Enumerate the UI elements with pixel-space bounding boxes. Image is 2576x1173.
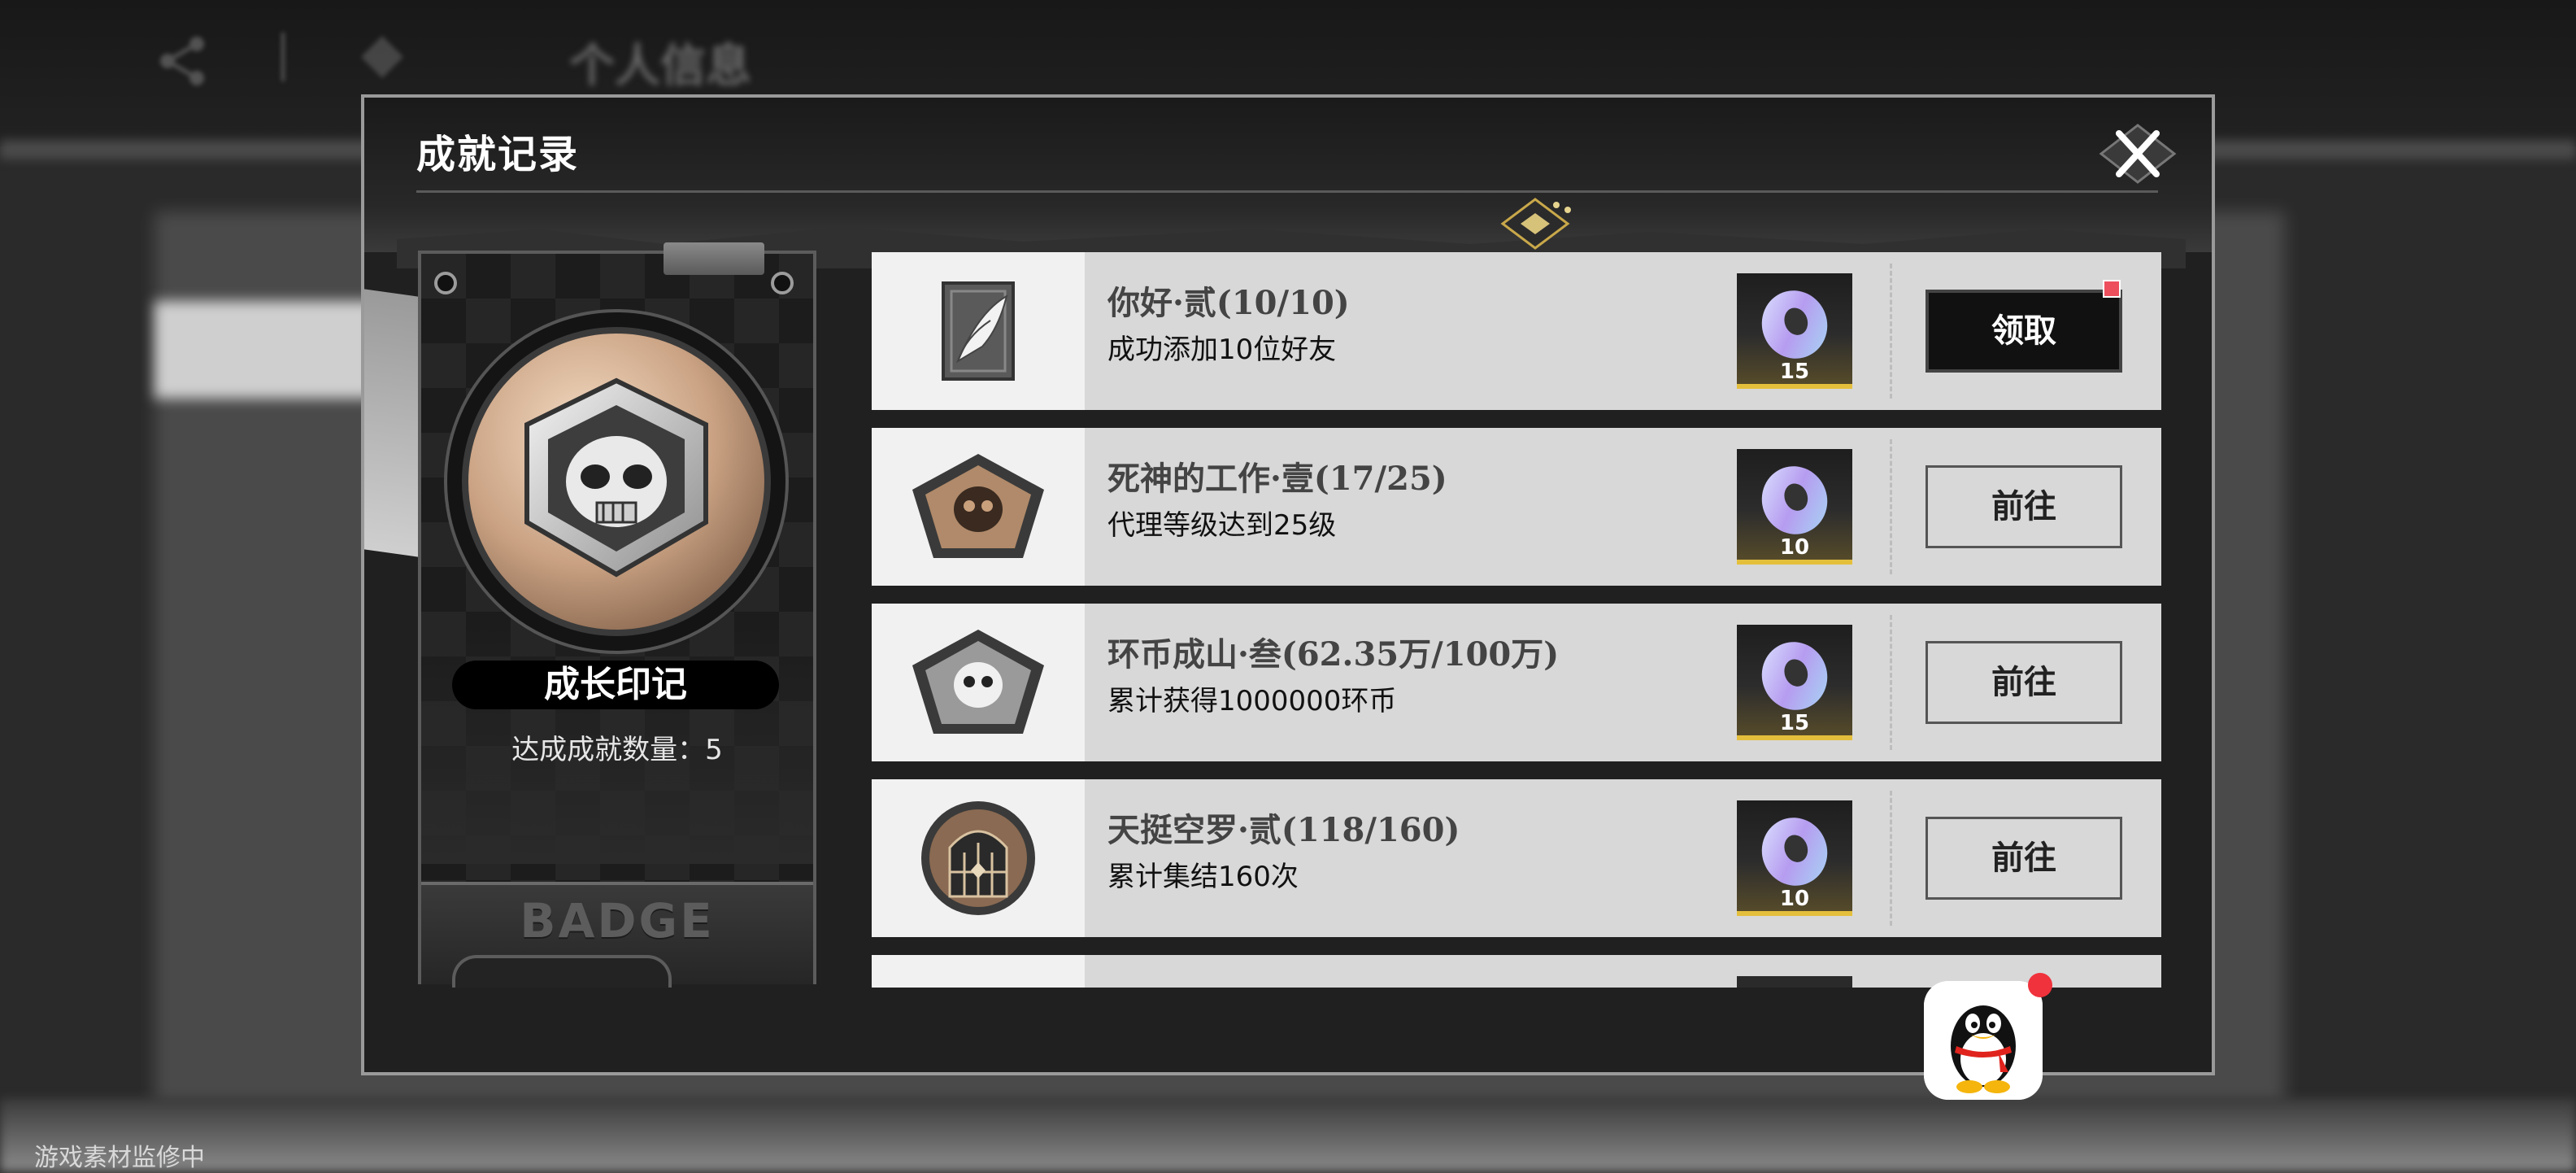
badge-card-notch — [452, 955, 672, 988]
badge-card: 成长印记 达成成就数量：5 BADGE — [418, 242, 816, 984]
badge-hole-left — [434, 272, 457, 294]
achievement-title: 你好·贰(10/10) — [1107, 284, 1350, 322]
badge-clip — [664, 242, 764, 275]
reward-slot: 10 — [1737, 449, 1852, 565]
claim-button[interactable]: 领取 — [1925, 290, 2122, 373]
reward-quantity: 15 — [1779, 711, 1810, 735]
reward-slot: 15 — [1737, 273, 1852, 389]
reward-quantity: 10 — [1779, 535, 1810, 560]
badge-plate-text: BADGE — [520, 893, 715, 948]
dialog-title: 成就记录 — [416, 132, 580, 177]
skull-badge-silver-icon — [912, 630, 1044, 734]
background-title: 个人信息 — [569, 39, 751, 93]
background-footer — [0, 1098, 2576, 1171]
background-tab — [154, 301, 374, 399]
close-icon[interactable] — [2093, 109, 2182, 198]
achievement-row: 你好·贰(10/10) 成功添加10位好友 15 领取 — [872, 252, 2161, 410]
ring-currency-icon — [1761, 466, 1828, 534]
achievement-icon-panel — [872, 955, 1085, 988]
achievement-row: 死神的工作·壹(17/25) 代理等级达到25级 10 前往 — [872, 428, 2161, 586]
achievement-description: 代理等级达到25级 — [1107, 509, 1337, 542]
diamond-ornament-icon — [1500, 198, 1571, 250]
qq-penguin-icon[interactable] — [1924, 981, 2043, 1100]
row-divider — [1890, 264, 1895, 399]
notification-dot — [2103, 280, 2121, 298]
watermark-text: 游戏素材监修中 — [34, 1144, 205, 1172]
reward-quantity: 15 — [1779, 360, 1810, 384]
achievement-description: 累计集结160次 — [1107, 861, 1299, 893]
achievement-title: 环币成山·叁(62.35万/100万) — [1107, 635, 1560, 674]
background-divider — [281, 33, 285, 81]
row-divider — [1890, 615, 1895, 750]
ring-currency-icon — [1761, 290, 1828, 359]
achievement-row: 天挺空罗·贰(118/160) 累计集结160次 10 前往 — [872, 779, 2161, 937]
dialog-header — [364, 98, 2212, 252]
achievement-dialog: 成就记录 成长印记 达成成就数量：5 BADGE 你好·贰(10/10) 成功添… — [361, 94, 2215, 1075]
badge-name-pill: 成长印记 — [452, 661, 779, 709]
window-emblem-icon — [921, 801, 1035, 915]
row-divider — [1890, 791, 1895, 926]
butterfly-icon — [942, 281, 1015, 381]
diamond-icon — [361, 36, 403, 78]
reward-slot — [1737, 976, 1852, 988]
badge-name: 成长印记 — [544, 664, 687, 705]
ring-currency-icon — [1761, 642, 1828, 710]
notification-dot — [2028, 973, 2052, 997]
achievement-description: 成功添加10位好友 — [1107, 334, 1337, 366]
achievement-title: 天挺空罗·贰(118/160) — [1107, 811, 1460, 849]
reward-quantity: 10 — [1779, 887, 1810, 911]
share-icon — [160, 37, 204, 85]
row-divider — [1890, 439, 1895, 574]
go-button[interactable]: 前往 — [1925, 465, 2122, 548]
dialog-title-rule — [416, 190, 2158, 193]
achievement-description: 累计获得1000000环币 — [1107, 685, 1397, 717]
go-button[interactable]: 前往 — [1925, 817, 2122, 900]
skull-badge-bronze-icon — [912, 454, 1044, 558]
reward-slot: 10 — [1737, 800, 1852, 916]
badge-achievement-count: 达成成就数量：5 — [511, 734, 723, 766]
achievement-medal-icon — [444, 309, 789, 654]
badge-hole-right — [771, 272, 794, 294]
ring-currency-icon — [1761, 818, 1828, 886]
badge-ticket-stub — [364, 289, 418, 557]
achievement-title: 死神的工作·壹(17/25) — [1107, 460, 1447, 498]
achievement-list[interactable]: 你好·贰(10/10) 成功添加10位好友 15 领取 死神的工作·壹(17/2… — [872, 252, 2165, 988]
go-button[interactable]: 前往 — [1925, 641, 2122, 724]
reward-slot: 15 — [1737, 625, 1852, 740]
achievement-row: 环币成山·叁(62.35万/100万) 累计获得1000000环币 15 前往 — [872, 604, 2161, 761]
